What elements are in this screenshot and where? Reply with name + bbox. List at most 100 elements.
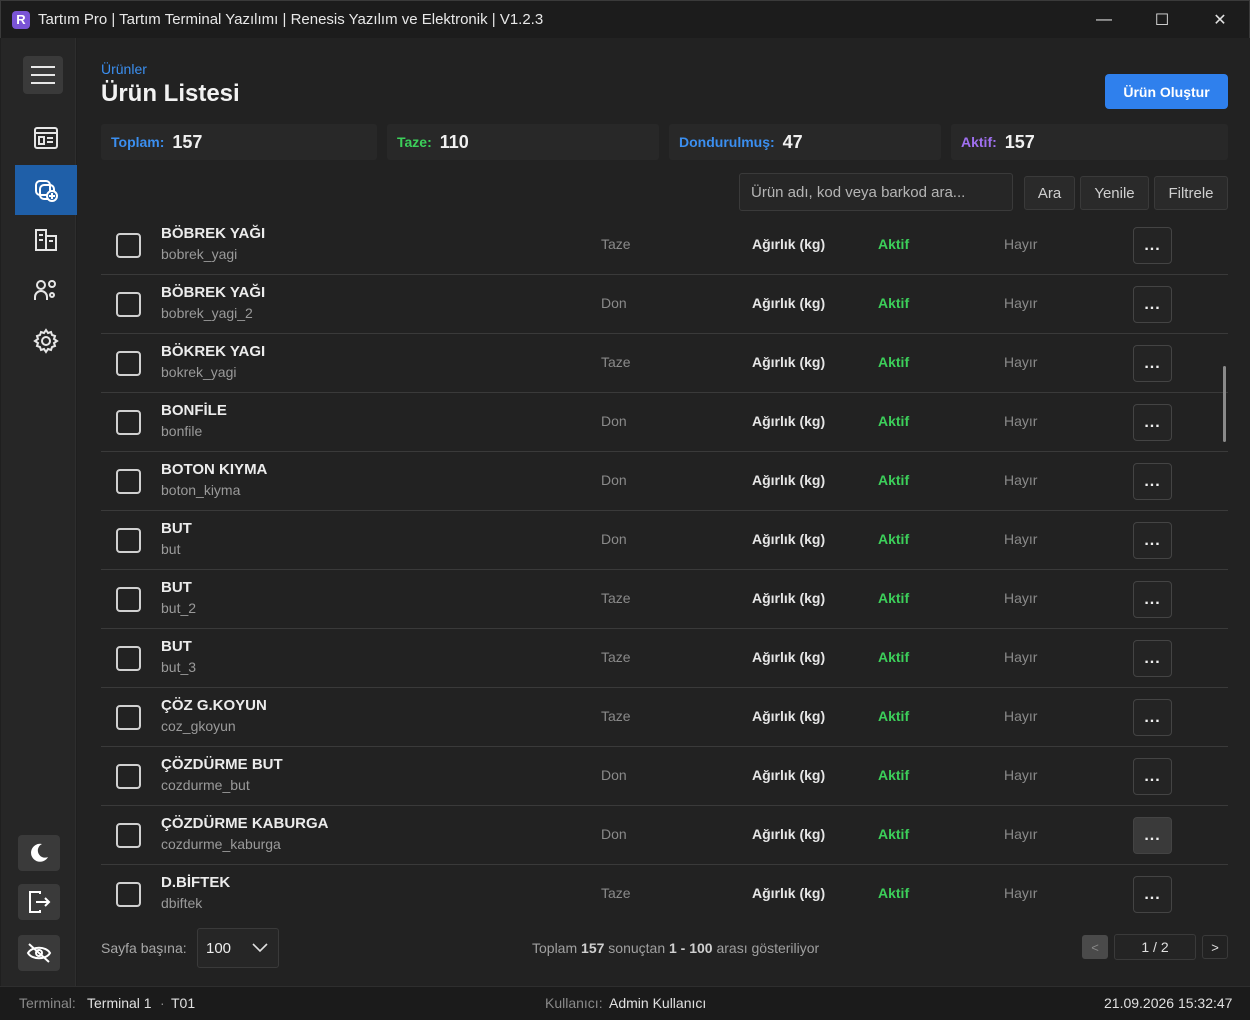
table-row[interactable]: BOTON KIYMA boton_kiyma Don Ağırlık (kg) Akt…	[101, 452, 1228, 511]
status-bar: Terminal: Terminal 1 · T01 Kullanıcı: Ad…	[0, 986, 1250, 1020]
product-unit: Ağırlık (kg)	[752, 295, 826, 311]
close-button[interactable]: ✕	[1191, 1, 1249, 39]
product-status: Aktif	[878, 295, 910, 311]
product-name: BUT	[161, 638, 192, 655]
breadcrumb[interactable]: Ürünler	[101, 61, 147, 77]
table-row[interactable]: BONFİLE bonfile Don Ağırlık (kg) Aktif Hayır.…	[101, 393, 1228, 452]
row-checkbox[interactable]	[116, 764, 141, 789]
prev-page-button[interactable]: <	[1082, 935, 1108, 959]
row-actions-button[interactable]: ...	[1133, 758, 1172, 795]
row-checkbox[interactable]	[116, 233, 141, 258]
row-checkbox[interactable]	[116, 705, 141, 730]
sidebar-item-buildings[interactable]	[15, 215, 77, 265]
product-type: Don	[601, 295, 627, 311]
dashboard-icon	[34, 127, 58, 149]
row-actions-button[interactable]: ...	[1133, 581, 1172, 618]
row-actions-button[interactable]: ...	[1133, 463, 1172, 500]
hide-button[interactable]	[18, 935, 60, 971]
logout-icon	[29, 891, 51, 913]
main-content: Ürünler Ürün Listesi Ürün Oluştur Toplam…	[77, 38, 1250, 986]
product-flag: Hayır	[1004, 885, 1038, 901]
row-actions-button[interactable]: ...	[1133, 817, 1172, 854]
moon-icon	[31, 843, 48, 862]
table-row[interactable]: BÖKREK YAGI bokrek_yagi Taze Ağırlık (kg) Ak…	[101, 334, 1228, 393]
product-type: Don	[601, 826, 627, 842]
scrollbar[interactable]	[1223, 366, 1226, 442]
table-row[interactable]: ÇÖZDÜRME BUT cozdurme_but Don Ağırlık (kg) A…	[101, 747, 1228, 806]
row-actions-button[interactable]: ...	[1133, 404, 1172, 441]
stat-label: Taze:	[397, 134, 432, 150]
refresh-button[interactable]: Yenile	[1080, 176, 1149, 210]
row-actions-button[interactable]: ...	[1133, 640, 1172, 677]
product-unit: Ağırlık (kg)	[752, 236, 826, 252]
minimize-button[interactable]: —	[1075, 1, 1133, 39]
product-flag: Hayır	[1004, 531, 1038, 547]
product-type: Taze	[601, 236, 631, 252]
table-row[interactable]: BUT but_3 Taze Ağırlık (kg) Aktif Hayır...	[101, 629, 1228, 688]
sidebar-item-settings[interactable]	[15, 316, 77, 366]
row-checkbox[interactable]	[116, 292, 141, 317]
product-status: Aktif	[878, 708, 910, 724]
product-status: Aktif	[878, 885, 910, 901]
product-code: bobrek_yagi_2	[161, 305, 253, 321]
product-flag: Hayır	[1004, 649, 1038, 665]
theme-toggle-button[interactable]	[18, 835, 60, 871]
stat-active: Aktif: 157	[951, 124, 1228, 160]
stat-frozen: Dondurulmuş: 47	[669, 124, 941, 160]
product-name: ÇÖZDÜRME BUT	[161, 756, 283, 773]
search-button[interactable]: Ara	[1024, 176, 1075, 210]
sidebar-item-groups[interactable]	[15, 265, 77, 315]
row-checkbox[interactable]	[116, 351, 141, 376]
stat-value: 157	[172, 131, 203, 152]
logout-button[interactable]	[18, 884, 60, 920]
product-code: dbiftek	[161, 895, 203, 911]
row-actions-button[interactable]: ...	[1133, 286, 1172, 323]
terminal-code: T01	[171, 995, 196, 1011]
per-page-value: 100	[206, 939, 232, 957]
product-code: bonfile	[161, 423, 203, 439]
search-input[interactable]	[739, 173, 1013, 211]
row-checkbox[interactable]	[116, 410, 141, 435]
row-actions-button[interactable]: ...	[1133, 522, 1172, 559]
window-title: Tartım Pro | Tartım Terminal Yazılımı | …	[38, 11, 544, 28]
row-checkbox[interactable]	[116, 823, 141, 848]
product-flag: Hayır	[1004, 236, 1038, 252]
row-checkbox[interactable]	[116, 587, 141, 612]
per-page-label: Sayfa başına:	[101, 940, 187, 956]
row-checkbox[interactable]	[116, 646, 141, 671]
product-name: BÖKREK YAGI	[161, 343, 266, 360]
row-actions-button[interactable]: ...	[1133, 345, 1172, 382]
row-actions-button[interactable]: ...	[1133, 876, 1172, 913]
product-type: Don	[601, 531, 627, 547]
sidebar-item-products[interactable]	[15, 165, 77, 215]
product-unit: Ağırlık (kg)	[752, 649, 826, 665]
filter-button[interactable]: Filtrele	[1154, 176, 1228, 210]
table-row[interactable]: D.BİFTEK dbiftek Taze Ağırlık (kg) Aktif Hayı…	[101, 865, 1228, 916]
row-checkbox[interactable]	[116, 469, 141, 494]
table-row[interactable]: BUT but_2 Taze Ağırlık (kg) Aktif Hayır...	[101, 570, 1228, 629]
menu-toggle-button[interactable]	[23, 56, 63, 94]
product-code: cozdurme_kaburga	[161, 836, 281, 852]
product-type: Don	[601, 472, 627, 488]
row-actions-button[interactable]: ...	[1133, 227, 1172, 264]
maximize-button[interactable]: ☐	[1133, 1, 1191, 39]
row-actions-button[interactable]: ...	[1133, 699, 1172, 736]
per-page-select[interactable]: 100	[197, 928, 279, 968]
sidebar	[1, 38, 77, 986]
next-page-button[interactable]: >	[1202, 935, 1228, 959]
product-name: ÇÖZDÜRME KABURGA	[161, 815, 329, 832]
row-checkbox[interactable]	[116, 882, 141, 907]
sidebar-item-dashboard[interactable]	[15, 113, 77, 163]
create-product-button[interactable]: Ürün Oluştur	[1105, 74, 1228, 109]
table-row[interactable]: ÇÖZ G.KOYUN coz_gkoyun Taze Ağırlık (kg) Akt…	[101, 688, 1228, 747]
product-unit: Ağırlık (kg)	[752, 590, 826, 606]
product-name: BUT	[161, 579, 192, 596]
table-row[interactable]: BUT but Don Ağırlık (kg) Aktif Hayır...	[101, 511, 1228, 570]
product-code: coz_gkoyun	[161, 718, 236, 734]
product-unit: Ağırlık (kg)	[752, 472, 826, 488]
table-row[interactable]: ÇÖZDÜRME KABURGA cozdurme_kaburga Don Ağırl…	[101, 806, 1228, 865]
row-checkbox[interactable]	[116, 528, 141, 553]
table-row[interactable]: BÖBREK YAĞI bobrek_yagi_2 Don Ağırlık (kg) A…	[101, 275, 1228, 334]
stat-value: 110	[439, 131, 469, 152]
table-row[interactable]: BÖBREK YAĞI bobrek_yagi Taze Ağırlık (kg) Ak…	[101, 216, 1228, 275]
